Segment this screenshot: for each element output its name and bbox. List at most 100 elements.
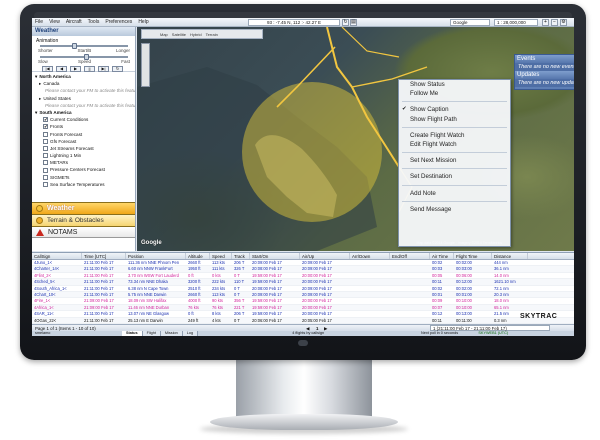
layer-checkbox[interactable] [43, 131, 48, 137]
layer-checkbox[interactable] [43, 181, 48, 187]
tree-layer-row[interactable]: Lightning 1 Min [35, 152, 132, 159]
tree-layer-row[interactable]: ✔ Fronts [35, 123, 132, 130]
zoom-in-icon[interactable]: + [542, 19, 549, 26]
context-item-label: Add Note [410, 189, 436, 197]
accordion-weather[interactable]: Weather [32, 202, 135, 214]
context-item-create-flight-watch[interactable]: Create Flight Watch [399, 131, 510, 140]
table-cell: 5.75 nm NNE Darwin [128, 291, 167, 297]
scale-select[interactable]: 1 : 28,000,000 [494, 19, 538, 26]
column-header[interactable]: Flight Time [454, 253, 492, 259]
context-item-show-caption[interactable]: ✔ Show Caption [399, 105, 510, 114]
map-view[interactable]: MapSatelliteHybridTerrain Google Map dat… [137, 27, 574, 251]
menu-item-preferences[interactable]: Preferences [102, 19, 135, 25]
context-item-set-destination[interactable]: Set Destination [399, 172, 510, 181]
next-frame-button[interactable]: ▶| [98, 66, 109, 72]
table-cell [390, 266, 430, 271]
tab-status[interactable]: Status [122, 331, 143, 336]
layer-checkbox[interactable] [43, 174, 48, 180]
events-title[interactable]: Events [515, 55, 574, 63]
column-header[interactable]: Air Time [430, 253, 454, 259]
context-item-show-status[interactable]: Show Status [399, 80, 510, 89]
collapse-icon[interactable]: ▾ [35, 73, 37, 80]
tree-layer-row[interactable]: Pressure Centers Forecast [35, 166, 132, 173]
table-cell [390, 292, 430, 297]
layer-checkbox[interactable] [43, 160, 48, 166]
context-item-edit-flight-watch[interactable]: Edit Flight Watch [399, 140, 510, 149]
accordion-notams[interactable]: NOTAMS [32, 226, 135, 238]
layer-checkbox[interactable]: ✔ [43, 117, 48, 123]
tree-layer-row[interactable]: Jet Streams Forecast [35, 145, 132, 152]
tab-mission[interactable]: Mission [160, 331, 183, 336]
map-type-hybrid[interactable]: Hybrid [190, 32, 202, 37]
context-item-add-note[interactable]: Add Note [399, 189, 510, 198]
updates-title[interactable]: Updates [515, 71, 574, 79]
collapse-icon[interactable]: ▾ [35, 109, 37, 116]
tree-layer-row[interactable]: Sea Surface Temperatures [35, 181, 132, 188]
menu-item-help[interactable]: Help [135, 19, 151, 25]
tree-layer-row[interactable]: METARs [35, 159, 132, 166]
layer-checkbox[interactable] [43, 153, 48, 159]
menu-item-aircraft[interactable]: Aircraft [63, 19, 85, 25]
tab-log[interactable]: Log [182, 331, 199, 336]
table-cell: 21:09:00 Feb 17 [84, 304, 114, 310]
table-cell [350, 292, 390, 297]
column-header[interactable]: Air/Up [300, 253, 350, 259]
map-type-map[interactable]: Map [160, 32, 168, 37]
tree-layer-row[interactable]: Fronts Forecast [35, 131, 132, 138]
table-cell: 0 T [234, 291, 240, 297]
column-header[interactable]: Altitude [186, 253, 210, 259]
zoom-slider[interactable] [141, 43, 150, 87]
column-header[interactable]: Position [126, 253, 186, 259]
menu-item-view[interactable]: View [46, 19, 63, 25]
column-header[interactable]: Arr/Down [350, 253, 390, 259]
accordion-terrain[interactable]: Terrain & Obstacles [32, 214, 135, 226]
column-header[interactable]: End/Off [390, 253, 430, 259]
menu-item-tools[interactable]: Tools [85, 19, 103, 25]
column-header[interactable]: Track [232, 253, 250, 259]
map-type-satellite[interactable]: Satellite [172, 32, 186, 37]
context-item-show-flight-path[interactable]: Show Flight Path [399, 115, 510, 124]
table-cell: 20:00:00 Feb 17 [302, 272, 332, 278]
column-header[interactable]: Start/On [250, 253, 300, 259]
duration-slider-track[interactable] [40, 45, 128, 47]
tree-layer-row[interactable]: SIGMETs [35, 174, 132, 181]
map-source-select[interactable]: Google [450, 19, 490, 26]
zoom-out-icon[interactable]: − [551, 19, 558, 26]
weather-layer-tree: ▾ North America ▸ Canada Please contact your… [32, 72, 135, 192]
pause-button[interactable]: || [84, 66, 95, 72]
layer-checkbox[interactable]: ✔ [43, 124, 48, 130]
column-header[interactable]: CallSign [32, 253, 82, 259]
accordion-terrain-label: Terrain & Obstacles [47, 217, 104, 224]
column-header[interactable]: Speed [210, 253, 232, 259]
menu-item-file[interactable]: File [32, 19, 46, 25]
expand-icon[interactable]: ▸ [39, 80, 41, 87]
table-cell: 1621.10 nm [494, 279, 516, 285]
table-cell: 19:59:00 Feb 17 [252, 298, 282, 304]
first-frame-button[interactable]: |◀ [42, 66, 53, 72]
layer-checkbox[interactable] [43, 138, 48, 144]
context-item-send-message[interactable]: Send Message [399, 205, 510, 214]
settings-icon[interactable]: ⚙ [560, 19, 567, 26]
prev-frame-button[interactable]: ◀ [56, 66, 67, 72]
layer-checkbox[interactable] [43, 167, 48, 173]
loop-button[interactable]: ↻ [112, 66, 123, 72]
tree-country-row[interactable]: ▸ United States [35, 95, 132, 102]
column-header[interactable]: Distance [492, 253, 528, 259]
tree-region-row[interactable]: ▾ South America [35, 109, 132, 116]
tree-item-label: Fronts Forecast [50, 131, 83, 137]
expand-icon[interactable]: ▸ [39, 95, 41, 102]
play-button[interactable]: ▶ [70, 66, 81, 72]
context-item-follow-me[interactable]: Follow Me [399, 89, 510, 98]
column-header[interactable]: Time [UTC] [82, 253, 126, 259]
context-item-set-next-mission[interactable]: Set Next Mission [399, 156, 510, 165]
print-icon[interactable]: ▤ [350, 19, 357, 26]
tab-flight[interactable]: Flight [142, 331, 161, 336]
map-type-terrain[interactable]: Terrain [206, 32, 218, 37]
tree-country-row[interactable]: ▸ Canada [35, 80, 132, 87]
tree-layer-row[interactable]: Gfs Forecast [35, 138, 132, 145]
tree-layer-row[interactable]: ✔ Current Conditions [35, 116, 132, 123]
refresh-icon[interactable]: ↻ [342, 19, 349, 26]
layer-checkbox[interactable] [43, 145, 48, 151]
tree-region-row[interactable]: ▾ North America [35, 73, 132, 80]
tree-item-label: Please contact your FM to activate this … [45, 102, 135, 108]
